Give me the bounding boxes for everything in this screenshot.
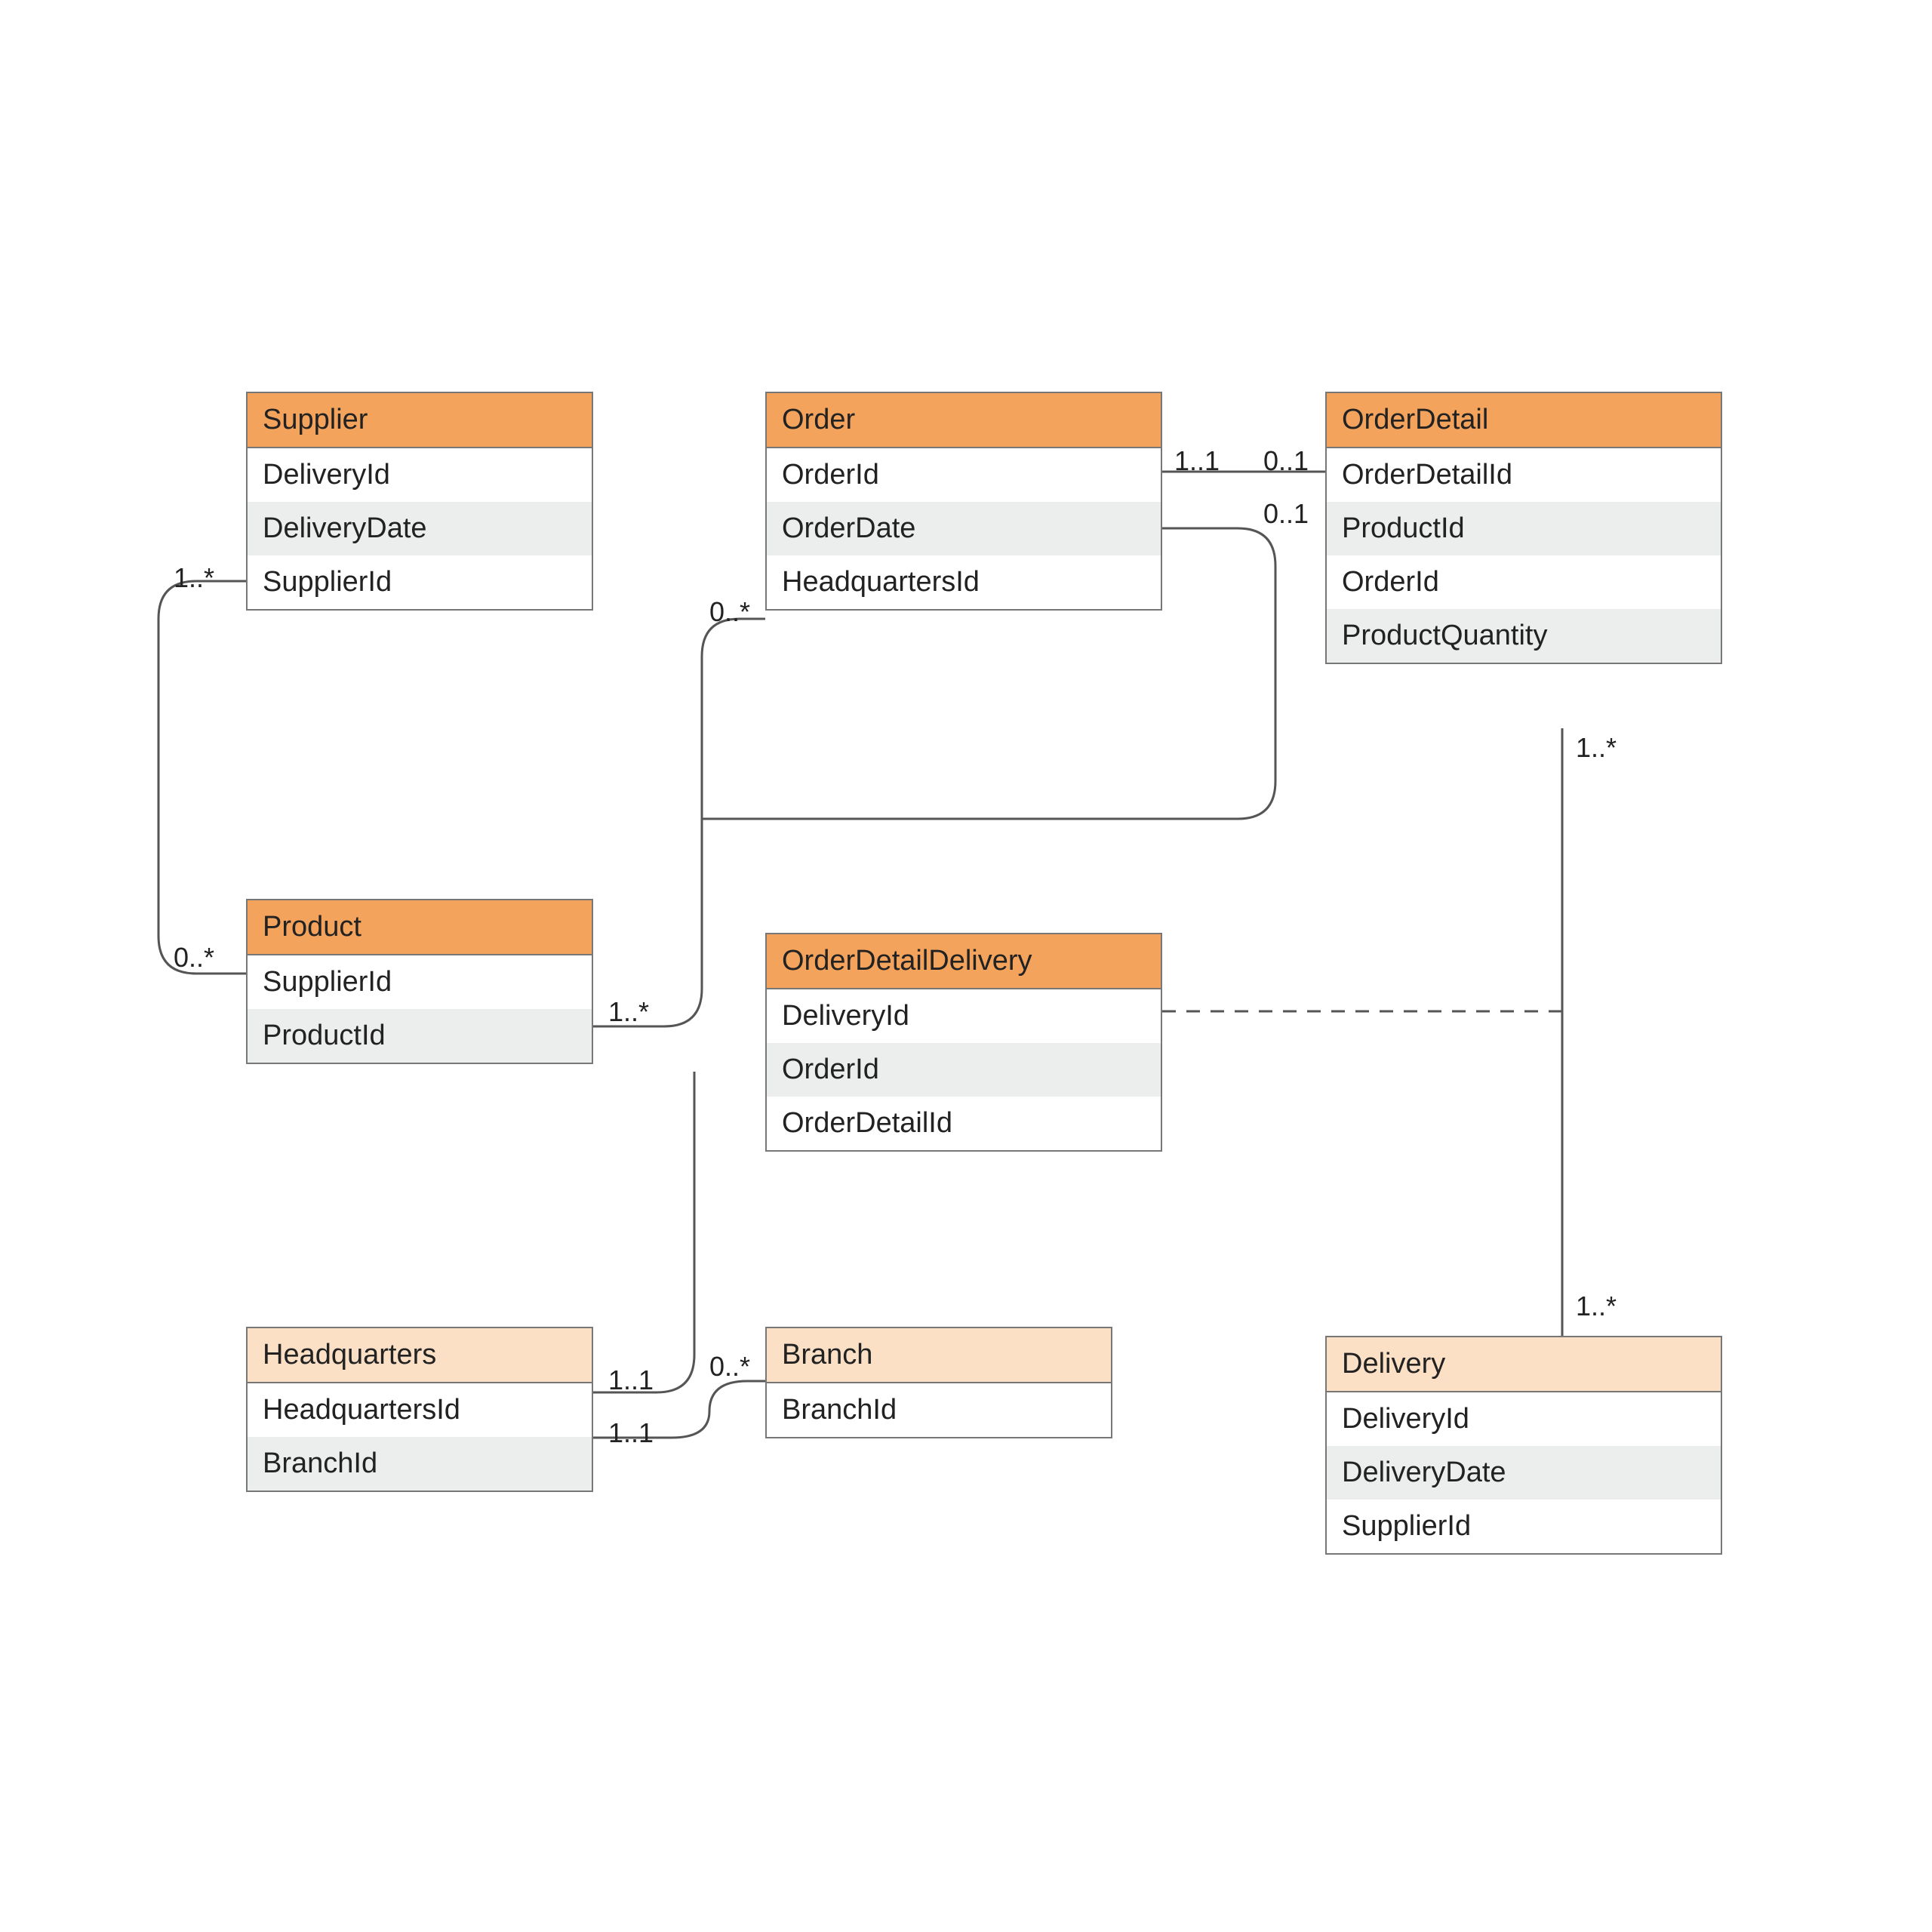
attr: DeliveryId [767, 989, 1161, 1043]
mult-orderdetail-left-bot: 0..1 [1263, 498, 1309, 530]
entity-title: Delivery [1327, 1337, 1721, 1392]
attr: DeliveryId [1327, 1392, 1721, 1446]
attr: OrderId [767, 1043, 1161, 1097]
attr: OrderId [1327, 555, 1721, 609]
er-diagram-canvas: Supplier DeliveryId DeliveryDate Supplie… [0, 0, 1932, 1932]
mult-delivery-up: 1..* [1576, 1291, 1617, 1322]
mult-product-right: 1..* [608, 996, 649, 1028]
attr: OrderDetailId [767, 1097, 1161, 1150]
entity-title: Branch [767, 1328, 1111, 1383]
attr: SupplierId [248, 955, 592, 1009]
entity-product: Product SupplierId ProductId [246, 899, 593, 1064]
mult-hq-order: 1..1 [608, 1364, 654, 1396]
mult-supplier-product-top: 1..* [174, 562, 214, 594]
entity-title: OrderDetailDelivery [767, 934, 1161, 989]
mult-branch-left: 0..* [709, 1351, 750, 1383]
entity-delivery: Delivery DeliveryId DeliveryDate Supplie… [1325, 1336, 1722, 1555]
attr: HeadquartersId [248, 1383, 592, 1437]
entity-title: Supplier [248, 393, 592, 448]
attr: DeliveryDate [248, 502, 592, 555]
attr: OrderDate [767, 502, 1161, 555]
mult-order-left: 0..* [709, 596, 750, 628]
entity-supplier: Supplier DeliveryId DeliveryDate Supplie… [246, 392, 593, 611]
attr: OrderDetailId [1327, 448, 1721, 502]
mult-od-down: 1..* [1576, 732, 1617, 764]
entity-branch: Branch BranchId [765, 1327, 1112, 1438]
entity-title: Product [248, 900, 592, 955]
mult-orderdetail-left-top: 0..1 [1263, 445, 1309, 477]
attr: BranchId [767, 1383, 1111, 1437]
attr: BranchId [248, 1437, 592, 1491]
entity-orderdetail: OrderDetail OrderDetailId ProductId Orde… [1325, 392, 1722, 664]
attr: SupplierId [1327, 1500, 1721, 1553]
attr: DeliveryDate [1327, 1446, 1721, 1500]
attr: ProductId [1327, 502, 1721, 555]
attr: ProductId [248, 1009, 592, 1063]
attr: ProductQuantity [1327, 609, 1721, 663]
entity-title: Headquarters [248, 1328, 592, 1383]
entity-headquarters: Headquarters HeadquartersId BranchId [246, 1327, 593, 1492]
entity-order: Order OrderId OrderDate HeadquartersId [765, 392, 1162, 611]
attr: DeliveryId [248, 448, 592, 502]
mult-hq-branch: 1..1 [608, 1417, 654, 1449]
attr: SupplierId [248, 555, 592, 609]
entity-title: Order [767, 393, 1161, 448]
entity-orderdetaildelivery: OrderDetailDelivery DeliveryId OrderId O… [765, 933, 1162, 1152]
entity-title: OrderDetail [1327, 393, 1721, 448]
attr: HeadquartersId [767, 555, 1161, 609]
mult-supplier-product-bottom: 0..* [174, 942, 214, 974]
attr: OrderId [767, 448, 1161, 502]
mult-order-right-top: 1..1 [1174, 445, 1220, 477]
